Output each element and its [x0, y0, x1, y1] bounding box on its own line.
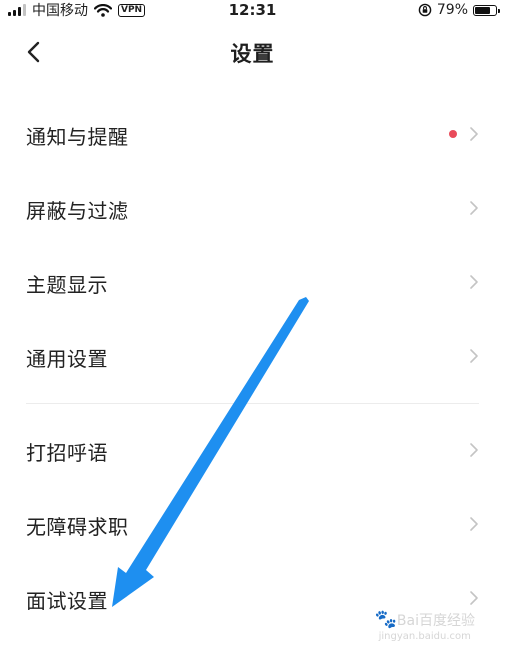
- battery-icon: [473, 4, 500, 16]
- battery-percent: 79%: [436, 2, 468, 18]
- settings-row[interactable]: 通知与提醒: [0, 97, 505, 171]
- chevron-right-icon: [470, 443, 478, 457]
- watermark-brand: Bai百度经验: [396, 613, 475, 629]
- settings-row[interactable]: 主题显示: [0, 245, 505, 319]
- chevron-right-icon: [470, 517, 478, 531]
- settings-row[interactable]: 无障碍求职: [0, 487, 505, 561]
- settings-list: 通知与提醒屏蔽与过滤主题显示通用设置打招呼语无障碍求职面试设置: [0, 97, 505, 635]
- settings-row-label: 主题显示: [26, 273, 108, 297]
- chevron-right-icon: [470, 349, 478, 363]
- settings-row-label: 无障碍求职: [26, 515, 129, 539]
- chevron-right-icon: [470, 591, 478, 605]
- settings-row[interactable]: 通用设置: [0, 319, 505, 393]
- watermark-url: jingyan.baidu.com: [378, 631, 471, 642]
- chevron-right-icon: [470, 275, 478, 289]
- settings-row-label: 打招呼语: [26, 441, 108, 465]
- settings-row[interactable]: 打招呼语: [0, 413, 505, 487]
- chevron-right-icon: [470, 127, 478, 141]
- chevron-right-icon: [470, 201, 478, 215]
- page-title: 设置: [230, 42, 275, 66]
- settings-row-label: 屏蔽与过滤: [26, 199, 129, 223]
- watermark: 🐾Bai百度经验 jingyan.baidu.com: [374, 609, 476, 644]
- rotation-lock-icon: [418, 3, 432, 17]
- nav-bar: 设置: [0, 22, 505, 82]
- status-bar: 中国移动 VPN 12:31 79%: [0, 0, 505, 20]
- notification-dot-icon: [449, 130, 457, 138]
- status-right: 79%: [418, 0, 500, 20]
- settings-row-label: 通知与提醒: [26, 125, 129, 149]
- settings-row-label: 面试设置: [26, 589, 108, 613]
- group-divider: [0, 393, 505, 413]
- settings-row-label: 通用设置: [26, 347, 108, 371]
- paw-logo-icon: 🐾: [374, 609, 397, 630]
- settings-row[interactable]: 屏蔽与过滤: [0, 171, 505, 245]
